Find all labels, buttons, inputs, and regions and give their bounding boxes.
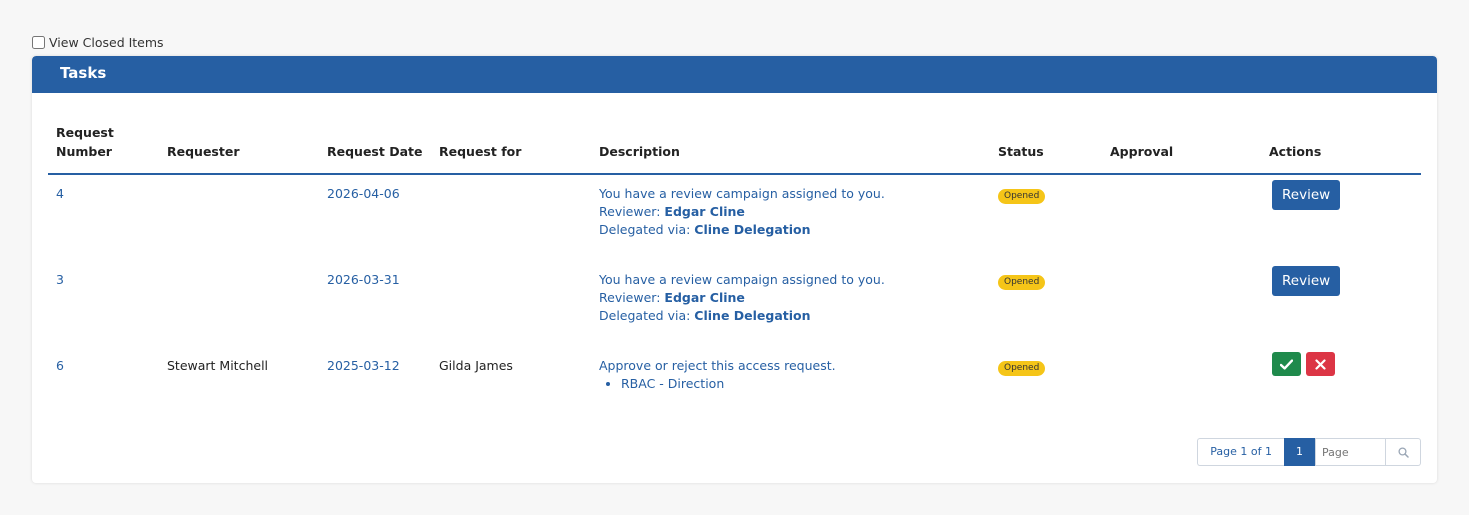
table-row: 3 2026-03-31 You have a review campaign … <box>48 261 1421 347</box>
card-title: Tasks <box>32 56 1437 93</box>
access-item: RBAC - Direction <box>621 375 982 393</box>
approval-cell <box>1102 261 1261 347</box>
request-date: 2026-03-31 <box>327 272 400 287</box>
request-number-link[interactable]: 4 <box>56 186 64 201</box>
approval-cell <box>1102 174 1261 261</box>
reviewer-name: Edgar Cline <box>664 290 745 305</box>
request-date: 2025-03-12 <box>327 358 400 373</box>
review-button[interactable]: Review <box>1272 180 1341 210</box>
approval-cell <box>1102 347 1261 417</box>
description-text: You have a review campaign assigned to y… <box>599 186 885 201</box>
tasks-table: Request Number Requester Request Date Re… <box>48 123 1421 417</box>
page-info: Page 1 of 1 <box>1197 438 1284 466</box>
table-header-row: Request Number Requester Request Date Re… <box>48 123 1421 175</box>
status-badge: Opened <box>998 189 1046 204</box>
approve-button[interactable] <box>1272 352 1301 376</box>
delegated-label: Delegated via: <box>599 308 695 323</box>
requester-cell <box>159 261 319 347</box>
reviewer-label: Reviewer: <box>599 290 665 305</box>
review-button[interactable]: Review <box>1272 266 1341 296</box>
reject-button[interactable] <box>1306 352 1335 376</box>
page-input[interactable] <box>1315 438 1386 466</box>
reviewer-label: Reviewer: <box>599 204 665 219</box>
requester-cell: Stewart Mitchell <box>167 358 269 373</box>
header-request-number[interactable]: Request Number <box>48 123 159 175</box>
requester-cell <box>159 174 319 261</box>
description-cell: You have a review campaign assigned to y… <box>591 261 990 347</box>
request-date: 2026-04-06 <box>327 186 400 201</box>
status-badge: Opened <box>998 361 1046 376</box>
page-1-button[interactable]: 1 <box>1284 438 1315 466</box>
delegated-label: Delegated via: <box>599 222 695 237</box>
status-badge: Opened <box>998 275 1046 290</box>
header-status[interactable]: Status <box>990 123 1102 175</box>
view-closed-checkbox[interactable] <box>32 35 45 49</box>
reviewer-name: Edgar Cline <box>664 204 745 219</box>
tasks-card: Tasks Request Number Requester Request D… <box>32 56 1437 483</box>
header-description[interactable]: Description <box>591 123 990 175</box>
request-for-cell <box>431 174 591 261</box>
check-icon <box>1279 358 1294 370</box>
header-request-for[interactable]: Request for <box>431 123 591 175</box>
description-text: Approve or reject this access request. <box>599 358 836 373</box>
view-closed-filter: View Closed Items <box>32 33 164 51</box>
description-text: You have a review campaign assigned to y… <box>599 272 885 287</box>
access-item-list: RBAC - Direction <box>599 375 982 393</box>
pagination: Page 1 of 1 1 <box>1197 438 1421 466</box>
request-number-link[interactable]: 6 <box>56 358 64 373</box>
table-row: 4 2026-04-06 You have a review campaign … <box>48 174 1421 261</box>
x-icon <box>1315 358 1326 370</box>
table-row: 6 Stewart Mitchell 2025-03-12 Gilda Jame… <box>48 347 1421 417</box>
search-icon <box>1397 446 1409 458</box>
description-cell: Approve or reject this access request. R… <box>591 347 990 417</box>
description-cell: You have a review campaign assigned to y… <box>591 174 990 261</box>
page-search-button[interactable] <box>1386 438 1421 466</box>
request-for-cell <box>431 261 591 347</box>
delegation-name: Cline Delegation <box>694 222 811 237</box>
delegation-name: Cline Delegation <box>694 308 811 323</box>
request-number-link[interactable]: 3 <box>56 272 64 287</box>
request-for-cell: Gilda James <box>439 358 513 373</box>
header-approval[interactable]: Approval <box>1102 123 1261 175</box>
view-closed-label[interactable]: View Closed Items <box>49 35 164 50</box>
header-requester[interactable]: Requester <box>159 123 319 175</box>
header-request-date[interactable]: Request Date <box>319 123 431 175</box>
header-actions: Actions <box>1261 123 1421 175</box>
